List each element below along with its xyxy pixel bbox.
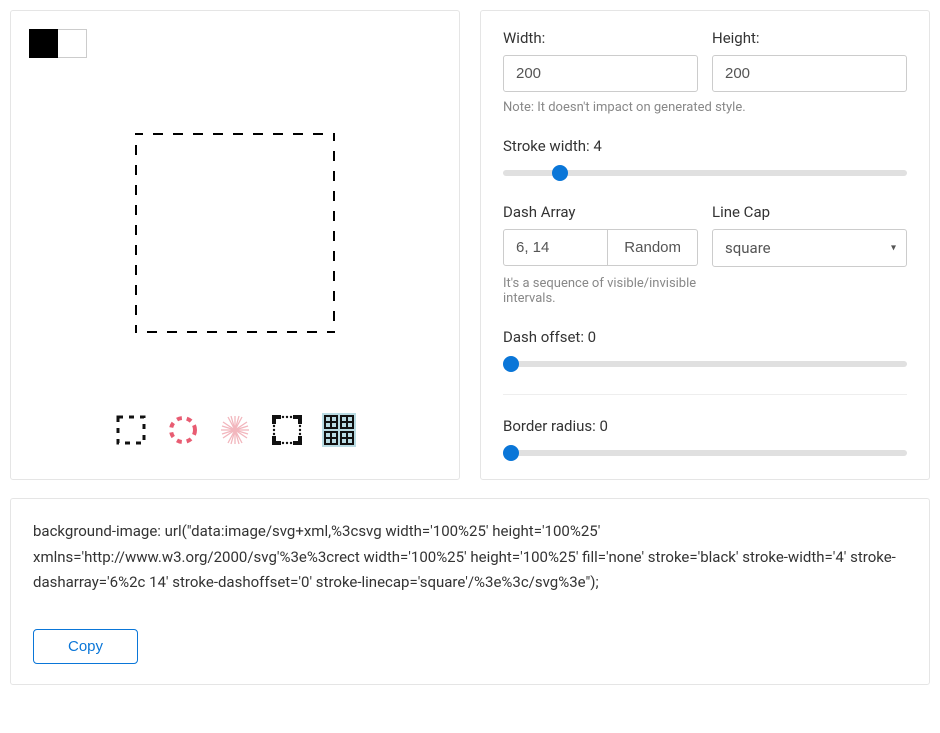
border-radius-slider[interactable] xyxy=(503,445,907,461)
controls-panel: Width: Height: Note: It doesn't impact o… xyxy=(480,10,930,480)
preset-corners[interactable] xyxy=(270,413,304,447)
output-panel: background-image: url("data:image/svg+xm… xyxy=(10,498,930,685)
height-label: Height: xyxy=(712,29,907,47)
stroke-width-label: Stroke width: 4 xyxy=(503,137,602,155)
output-css[interactable]: background-image: url("data:image/svg+xm… xyxy=(33,519,907,619)
dash-offset-label: Dash offset: 0 xyxy=(503,328,596,346)
random-button[interactable]: Random xyxy=(608,229,698,266)
dash-array-label: Dash Array xyxy=(503,203,698,221)
stroke-width-slider[interactable] xyxy=(503,165,907,181)
width-label: Width: xyxy=(503,29,698,47)
preset-grid[interactable] xyxy=(322,413,356,447)
preset-row xyxy=(29,413,441,447)
preview-panel xyxy=(10,10,460,480)
preset-sunburst[interactable] xyxy=(218,413,252,447)
divider xyxy=(503,394,907,395)
line-cap-value: square xyxy=(725,239,771,257)
line-cap-label: Line Cap xyxy=(712,203,907,221)
color-swatch-primary[interactable] xyxy=(29,29,58,58)
preset-dashed-square[interactable] xyxy=(114,413,148,447)
border-radius-label: Border radius: 0 xyxy=(503,417,608,435)
dash-array-note: It's a sequence of visible/invisible int… xyxy=(503,276,698,306)
dash-array-input[interactable] xyxy=(503,229,608,266)
preview-area xyxy=(29,118,441,348)
line-cap-select[interactable]: square xyxy=(712,229,907,267)
color-swatch-secondary[interactable] xyxy=(58,29,87,58)
color-swatches xyxy=(29,29,441,58)
size-note: Note: It doesn't impact on generated sty… xyxy=(503,100,907,115)
copy-button[interactable]: Copy xyxy=(33,629,138,664)
width-input[interactable] xyxy=(503,55,698,92)
preview-dashed-rect xyxy=(135,133,335,333)
preset-dashed-circle[interactable] xyxy=(166,413,200,447)
dash-offset-slider[interactable] xyxy=(503,356,907,372)
height-input[interactable] xyxy=(712,55,907,92)
